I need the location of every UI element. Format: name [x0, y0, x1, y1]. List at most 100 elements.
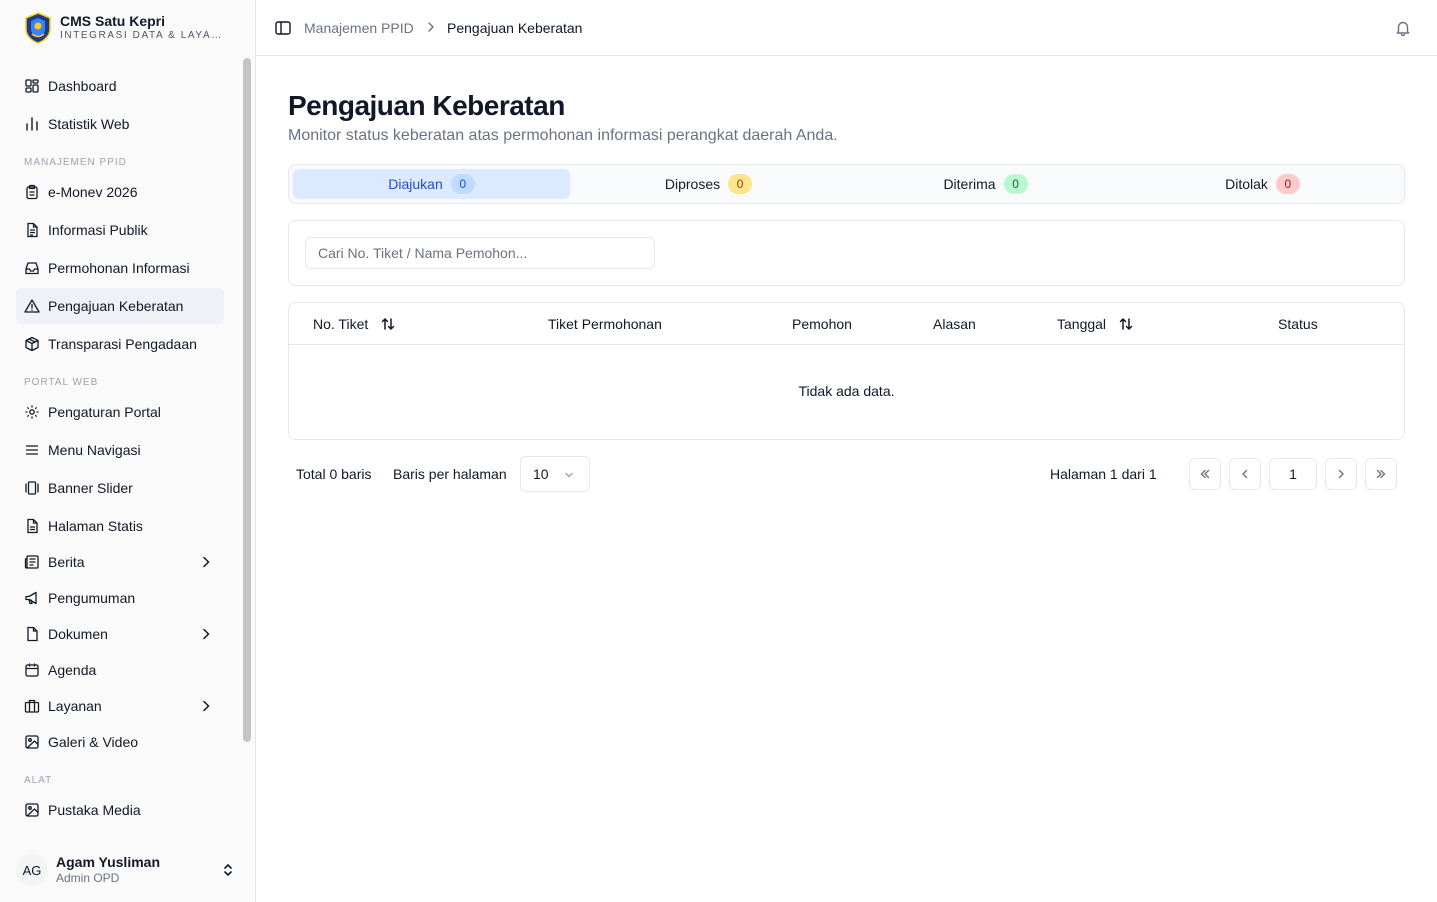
bar-chart-icon	[24, 116, 40, 132]
sidebar-item-banner-slider[interactable]: Banner Slider	[16, 470, 224, 506]
tab-label: Diproses	[664, 176, 721, 192]
group-label-alat: ALAT	[24, 775, 53, 786]
tab-ditolak[interactable]: Ditolak 0	[1124, 169, 1401, 199]
chevron-right-icon	[428, 22, 434, 32]
sidebar-item-pengumuman[interactable]: Pengumuman	[16, 580, 224, 616]
chevron-right-icon	[203, 628, 210, 640]
sidebar-item-label: Berita	[48, 554, 85, 570]
sidebar-item-pengajuan-keberatan[interactable]: Pengajuan Keberatan	[16, 288, 224, 324]
sidebar-item-pengaturan-portal[interactable]: Pengaturan Portal	[16, 394, 224, 430]
sidebar-item-label: Informasi Publik	[48, 222, 148, 238]
avatar: AG	[16, 854, 48, 886]
sidebar-item-layanan[interactable]: Layanan	[16, 688, 224, 724]
chevrons-up-down-icon	[224, 863, 232, 877]
sidebar-toggle-icon[interactable]	[274, 19, 292, 37]
user-menu[interactable]: AG Agam Yusliman Admin OPD	[16, 848, 240, 892]
sidebar-scrollbar[interactable]	[243, 58, 251, 742]
newspaper-icon	[24, 554, 40, 570]
search-input[interactable]	[305, 237, 655, 269]
file-icon	[24, 518, 40, 534]
chevron-right-icon	[203, 556, 210, 568]
sidebar-item-emonev[interactable]: e-Monev 2026	[16, 174, 224, 210]
inbox-icon	[24, 260, 40, 276]
breadcrumb-parent[interactable]: Manajemen PPID	[304, 19, 414, 37]
top-header: Manajemen PPID Pengajuan Keberatan	[256, 0, 1437, 56]
rows-per-page-label: Baris per halaman	[393, 466, 507, 482]
clipboard-icon	[24, 184, 40, 200]
rows-per-page-select[interactable]: 10	[520, 456, 590, 492]
sidebar-item-label: Permohonan Informasi	[48, 260, 190, 276]
sidebar-item-agenda[interactable]: Agenda	[16, 652, 224, 688]
chevron-left-icon	[1242, 469, 1248, 479]
tab-label: Diterima	[943, 176, 996, 192]
sidebar-item-menu-navigasi[interactable]: Menu Navigasi	[16, 432, 224, 468]
sidebar-item-galeri-video[interactable]: Galeri & Video	[16, 724, 224, 760]
first-page-button[interactable]	[1189, 458, 1221, 490]
tab-diproses[interactable]: Diproses 0	[570, 169, 847, 199]
column-label: Tanggal	[1057, 316, 1107, 332]
column-no-tiket[interactable]: No. Tiket	[313, 315, 396, 333]
dashboard-icon	[24, 78, 40, 94]
page-description: Monitor status keberatan atas permohonan…	[288, 127, 838, 144]
sidebar-item-permohonan-informasi[interactable]: Permohonan Informasi	[16, 250, 224, 286]
column-alasan: Alasan	[933, 316, 976, 332]
tab-diajukan[interactable]: Diajukan 0	[293, 169, 570, 199]
group-label-portal: PORTAL WEB	[24, 377, 99, 388]
sidebar-item-label: Galeri & Video	[48, 734, 139, 750]
province-emblem-icon	[25, 12, 51, 44]
column-status: Status	[1278, 316, 1318, 332]
tab-count-badge: 0	[1003, 174, 1028, 194]
sidebar-item-label: Menu Navigasi	[48, 442, 141, 458]
chevron-down-icon	[565, 472, 573, 478]
data-table: No. Tiket Tiket Permohonan Pemohon Alasa…	[288, 302, 1405, 440]
sidebar-item-pustaka-media[interactable]: Pustaka Media	[16, 792, 224, 828]
sidebar: CMS Satu Kepri INTEGRASI DATA & LAYANAN …	[0, 0, 256, 902]
file-text-icon	[24, 222, 40, 238]
current-page-input[interactable]	[1269, 458, 1317, 490]
sort-icon	[1119, 318, 1133, 330]
sidebar-item-label: e-Monev 2026	[48, 184, 138, 200]
calendar-icon	[24, 662, 40, 678]
total-rows: Total 0 baris	[296, 466, 372, 482]
sidebar-item-informasi-publik[interactable]: Informasi Publik	[16, 212, 224, 248]
sidebar-item-label: Pustaka Media	[48, 802, 141, 818]
page-indicator: Halaman 1 dari 1	[1050, 466, 1157, 482]
next-page-button[interactable]	[1325, 458, 1357, 490]
group-label-ppid: MANAJEMEN PPID	[24, 157, 127, 168]
table-header: No. Tiket Tiket Permohonan Pemohon Alasa…	[289, 303, 1404, 345]
sidebar-item-label: Dokumen	[48, 626, 108, 642]
sidebar-item-halaman-statis[interactable]: Halaman Statis	[16, 508, 224, 544]
package-icon	[24, 336, 40, 352]
sidebar-item-label: Transparasi Pengadaan	[48, 336, 197, 352]
warning-icon	[24, 298, 40, 314]
column-tanggal[interactable]: Tanggal	[1057, 315, 1134, 333]
image-icon	[24, 734, 40, 750]
rows-per-page-value: 10	[533, 466, 549, 482]
status-tabs: Diajukan 0 Diproses 0 Diterima 0 Ditolak…	[288, 164, 1405, 204]
brand[interactable]: CMS Satu Kepri INTEGRASI DATA & LAYANAN	[0, 0, 255, 56]
sidebar-item-berita[interactable]: Berita	[16, 544, 224, 580]
sidebar-item-label: Agenda	[48, 662, 97, 678]
sidebar-item-label: Banner Slider	[48, 480, 133, 496]
tab-count-badge: 0	[728, 174, 753, 194]
last-page-button[interactable]	[1365, 458, 1397, 490]
sidebar-item-dashboard[interactable]: Dashboard	[16, 68, 224, 104]
previous-page-button[interactable]	[1229, 458, 1261, 490]
chevrons-right-icon	[1376, 469, 1386, 479]
sidebar-item-transparasi-pengadaan[interactable]: Transparasi Pengadaan	[16, 326, 224, 362]
megaphone-icon	[24, 590, 40, 606]
chevron-right-icon	[203, 700, 210, 712]
gallery-icon	[24, 480, 40, 496]
sidebar-item-statistik-web[interactable]: Statistik Web	[16, 106, 224, 142]
gear-icon	[24, 404, 40, 420]
chevrons-left-icon	[1200, 469, 1210, 479]
bell-icon[interactable]	[1394, 19, 1412, 37]
column-label: No. Tiket	[313, 316, 369, 332]
tab-count-badge: 0	[1275, 174, 1300, 194]
empty-state: Tidak ada data.	[798, 383, 895, 399]
sidebar-item-dokumen[interactable]: Dokumen	[16, 616, 224, 652]
sidebar-item-label: Layanan	[48, 698, 102, 714]
sidebar-item-label: Dashboard	[48, 78, 117, 94]
tab-diterima[interactable]: Diterima 0	[847, 169, 1124, 199]
menu-icon	[24, 442, 40, 458]
